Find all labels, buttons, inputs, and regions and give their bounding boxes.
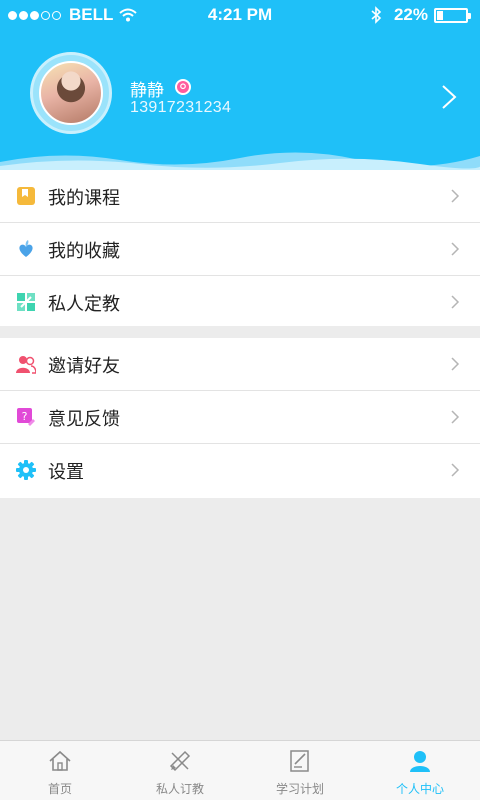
home-icon (49, 750, 71, 771)
heart-leaf-icon (19, 240, 33, 257)
chevron-right-icon (451, 357, 460, 371)
chevron-right-icon (451, 463, 460, 477)
menu-item-label: 邀请好友 (48, 356, 120, 377)
menu-item-my-favorites[interactable]: 我的收藏 (0, 223, 480, 276)
battery-percent: 22% (393, 5, 428, 24)
status-right: 22% (370, 5, 471, 25)
battery-icon (434, 7, 471, 23)
menu-item-label: 我的收藏 (48, 241, 120, 262)
tab-label: 首页 (47, 782, 72, 796)
menu-group-1: 我的课程 我的收藏 私人定教 (0, 170, 480, 326)
feedback-icon: ? (17, 408, 35, 426)
friends-icon (16, 356, 36, 374)
profile-chevron-icon[interactable] (440, 84, 458, 110)
bluetooth-icon (371, 6, 382, 24)
tab-bar: 首页 私人订教 学习计划 个人中心 (0, 740, 480, 800)
gear-icon (16, 460, 36, 480)
battery-cap (468, 12, 471, 19)
tab-private-tutoring[interactable]: 私人订教 (120, 741, 240, 800)
person-icon (410, 751, 430, 772)
tab-home[interactable]: 首页 (0, 741, 120, 800)
menu-item-settings[interactable]: 设置 (0, 444, 480, 497)
menu-item-feedback[interactable]: ? 意见反馈 (0, 391, 480, 444)
tab-label: 学习计划 (275, 782, 324, 796)
menu-item-label: 意见反馈 (48, 409, 120, 430)
tab-label: 私人订教 (155, 782, 204, 796)
chevron-right-icon (451, 410, 460, 424)
menu-item-label: 私人定教 (48, 294, 120, 315)
battery-fill (437, 10, 443, 20)
vip-badge-icon (175, 79, 191, 95)
menu-item-my-courses[interactable]: 我的课程 (0, 170, 480, 223)
menu-item-invite-friends[interactable]: 邀请好友 (0, 338, 480, 391)
menu-group-2: 邀请好友 ? 意见反馈 设置 (0, 338, 480, 498)
book-icon (17, 187, 35, 205)
avatar[interactable] (39, 61, 103, 125)
pencil-ruler-icon (169, 750, 191, 772)
header-wave (0, 152, 480, 170)
avatar-ring[interactable] (30, 52, 112, 134)
status-bar: BELL 4:21 PM 22% (0, 0, 480, 30)
tab-personal-center[interactable]: 个人中心 (360, 741, 480, 800)
notepad-icon (290, 750, 309, 772)
menu-item-private-tutoring[interactable]: 私人定教 (0, 276, 480, 329)
chevron-right-icon (451, 295, 460, 309)
chevron-right-icon (451, 242, 460, 256)
puzzle-icon (17, 293, 35, 311)
menu-item-label: 我的课程 (48, 188, 120, 209)
user-name: 静静 (130, 81, 164, 101)
profile-header: BELL 4:21 PM 22% 静静 13917231234 (0, 0, 480, 170)
chevron-right-icon (451, 189, 460, 203)
svg-text:?: ? (22, 410, 28, 423)
tab-study-plan[interactable]: 学习计划 (240, 741, 360, 800)
user-phone: 13917231234 (130, 99, 232, 116)
tab-label: 个人中心 (395, 782, 444, 796)
menu-item-label: 设置 (48, 462, 84, 483)
